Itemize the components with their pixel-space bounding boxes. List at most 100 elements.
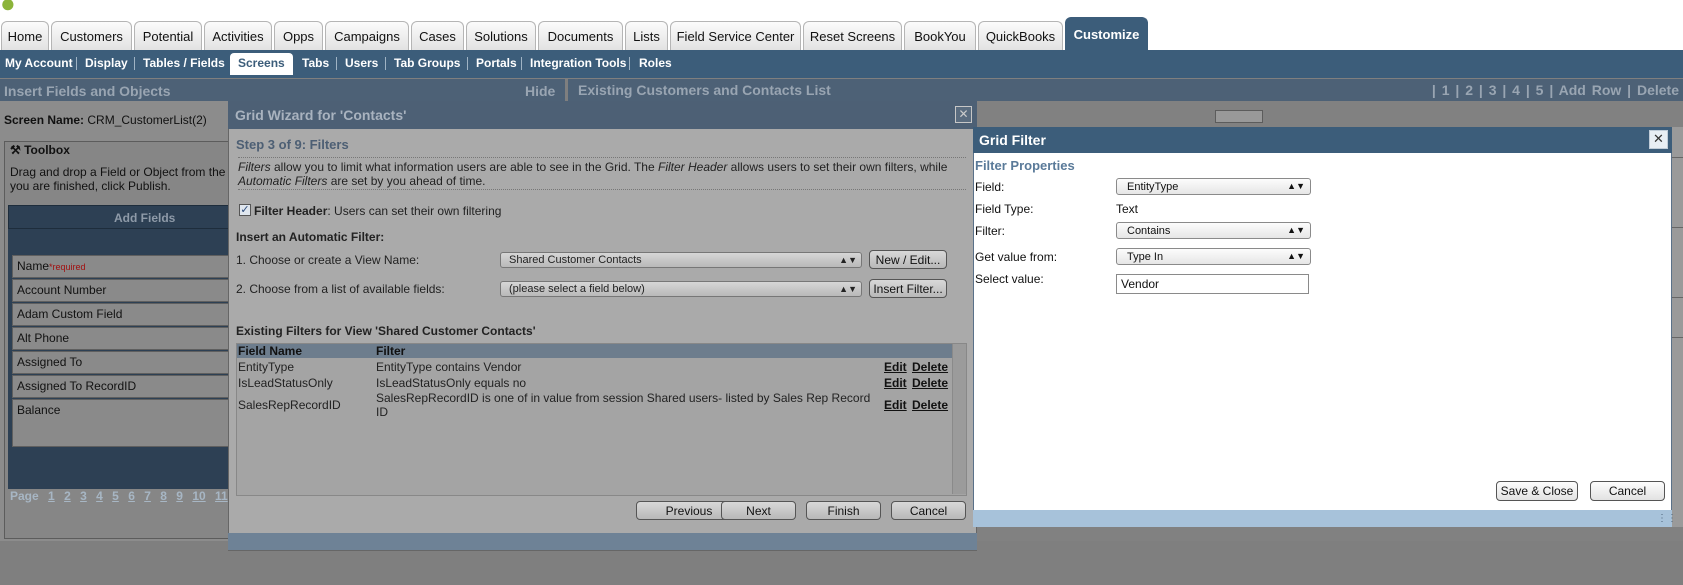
subnav-my-account[interactable]: My Account	[5, 56, 73, 70]
delete-link[interactable]: Delete	[912, 398, 948, 412]
tab-campaigns[interactable]: Campaigns	[325, 21, 409, 50]
page-link[interactable]: 2	[64, 489, 71, 503]
tools-icon: ⚒	[10, 143, 21, 157]
subnav-integration-tools[interactable]: Integration Tools	[530, 56, 626, 70]
subnav-screens[interactable]: Screens	[230, 53, 293, 75]
delete-link[interactable]: Delete	[912, 376, 948, 390]
tab-documents[interactable]: Documents	[538, 21, 623, 50]
wizard-description: Filters allow you to limit what informat…	[238, 157, 966, 190]
get-value-label: Get value from:	[975, 250, 1058, 264]
page-link[interactable]: 3	[80, 489, 87, 503]
tab-customize[interactable]: Customize	[1065, 17, 1148, 50]
toolbox-description: Drag and drop a Field or Object from the…	[10, 165, 230, 193]
page-link[interactable]: 5	[112, 489, 119, 503]
grid-filter-cancel-button[interactable]: Cancel	[1590, 481, 1665, 501]
page-link[interactable]: 6	[128, 489, 135, 503]
close-icon[interactable]: ✕	[955, 106, 972, 123]
edit-link[interactable]: Edit	[884, 398, 907, 412]
page-link[interactable]: 9	[176, 489, 183, 503]
tab-opps[interactable]: Opps	[274, 21, 323, 50]
desc-text: allow you to limit what information user…	[270, 160, 658, 174]
tab-quickbooks[interactable]: QuickBooks	[978, 21, 1063, 50]
page-link[interactable]: 7	[144, 489, 151, 503]
required-marker: *required	[49, 262, 86, 272]
subnav-separator	[336, 57, 337, 70]
edge-line	[1672, 297, 1683, 298]
insert-filter-button[interactable]: Insert Filter...	[869, 279, 947, 298]
subnav-tables-fields[interactable]: Tables / Fields	[143, 56, 225, 70]
save-close-button[interactable]: Save & Close	[1496, 481, 1578, 501]
hide-button[interactable]: Hide	[525, 83, 555, 99]
subnav-users[interactable]: Users	[345, 56, 378, 70]
new-edit-button[interactable]: New / Edit...	[869, 250, 947, 269]
edit-link[interactable]: Edit	[884, 376, 907, 390]
pager: Page 1 2 3 4 5 6 7 8 9 10 11	[10, 489, 228, 503]
field-dropdown[interactable]: EntityType ▲▼	[1116, 178, 1311, 195]
field-item[interactable]: Balance	[12, 399, 230, 447]
next-button[interactable]: Next	[721, 501, 796, 520]
get-value-dropdown[interactable]: Type In ▲▼	[1116, 248, 1311, 265]
finish-button[interactable]: Finish	[806, 501, 881, 520]
field-item[interactable]: Assigned To	[12, 351, 230, 374]
desc-filters-term: Filters	[238, 160, 271, 174]
screen-name-label: Screen Name:	[4, 113, 85, 127]
tab-potential[interactable]: Potential	[134, 21, 202, 50]
tab-activities[interactable]: Activities	[204, 21, 272, 50]
filter-row-filter-line: SalesRepRecordID is one of in value from…	[376, 391, 871, 405]
field-item[interactable]: Assigned To RecordID	[12, 375, 230, 398]
tab-customers[interactable]: Customers	[51, 21, 132, 50]
grid-filter-dialog	[973, 127, 1672, 527]
subnav-display[interactable]: Display	[85, 56, 128, 70]
tab-solutions[interactable]: Solutions	[466, 21, 536, 50]
field-item-name[interactable]: Name*required	[12, 255, 230, 278]
close-icon[interactable]: ✕	[1649, 130, 1668, 149]
tab-home[interactable]: Home	[1, 21, 49, 50]
tab-bookyou[interactable]: BookYou	[904, 21, 976, 50]
dropdown-arrow-icon: ▲▼	[839, 284, 857, 294]
edge-line	[1672, 227, 1683, 228]
page-link[interactable]: 4	[96, 489, 103, 503]
filter-dropdown[interactable]: Contains ▲▼	[1116, 222, 1311, 239]
subnav-tab-groups[interactable]: Tab Groups	[394, 56, 460, 70]
page-link[interactable]: 10	[192, 489, 205, 503]
filter-row-filter: SalesRepRecordID is one of in value from…	[376, 391, 881, 419]
filter-row-field: SalesRepRecordID	[238, 398, 341, 412]
col-field-name: Field Name	[238, 344, 303, 358]
tab-reset-screens[interactable]: Reset Screens	[803, 21, 902, 50]
field-select[interactable]: (please select a field below) ▲▼	[500, 281, 862, 297]
page-link[interactable]: 8	[160, 489, 167, 503]
page-link[interactable]: 1	[48, 489, 55, 503]
filter-row-filter: EntityType contains Vendor	[376, 360, 522, 374]
delete-link[interactable]: Delete	[912, 360, 948, 374]
view-name-select[interactable]: Shared Customer Contacts ▲▼	[500, 252, 862, 268]
toolbox-title-text: Toolbox	[24, 143, 70, 157]
cancel-button[interactable]: Cancel	[891, 501, 966, 520]
table-scrollbar[interactable]	[952, 344, 966, 494]
tab-cases[interactable]: Cases	[411, 21, 464, 50]
field-item[interactable]: Account Number	[12, 279, 230, 302]
field-item[interactable]: Adam Custom Field	[12, 303, 230, 326]
subnav-roles[interactable]: Roles	[639, 56, 672, 70]
toolbox-title: ⚒ Toolbox	[10, 143, 70, 157]
subnav-portals[interactable]: Portals	[476, 56, 517, 70]
edge-line	[1672, 337, 1683, 338]
grid-filter-titlebar: Grid Filter	[973, 127, 1672, 153]
existing-filters-label: Existing Filters for View 'Shared Custom…	[236, 324, 536, 338]
resize-grip-icon[interactable]: ⋮⋮	[1657, 513, 1677, 524]
screen-name: Screen Name: CRM_CustomerList(2)	[4, 113, 207, 127]
select-value-input[interactable]	[1116, 274, 1309, 294]
subnav-tabs[interactable]: Tabs	[302, 56, 329, 70]
page-link[interactable]: 11	[215, 489, 228, 503]
edit-link[interactable]: Edit	[884, 360, 907, 374]
filter-row-filter-line: ID	[376, 405, 388, 419]
field-item[interactable]: Alt Phone	[12, 327, 230, 350]
tab-lists[interactable]: Lists	[625, 21, 668, 50]
filter-row-filter: IsLeadStatusOnly equals no	[376, 376, 527, 390]
filter-header-text: : Users can set their own filtering	[327, 204, 502, 218]
filter-row-field: EntityType	[238, 360, 295, 374]
tab-field-service-center[interactable]: Field Service Center	[670, 21, 801, 50]
row-links[interactable]: | 1 | 2 | 3 | 4 | 5 | Add Row | Delete	[1432, 82, 1679, 98]
filter-header-checkbox[interactable]: ✓	[239, 204, 251, 216]
col-filter: Filter	[376, 344, 406, 358]
subnav-separator	[629, 57, 630, 70]
